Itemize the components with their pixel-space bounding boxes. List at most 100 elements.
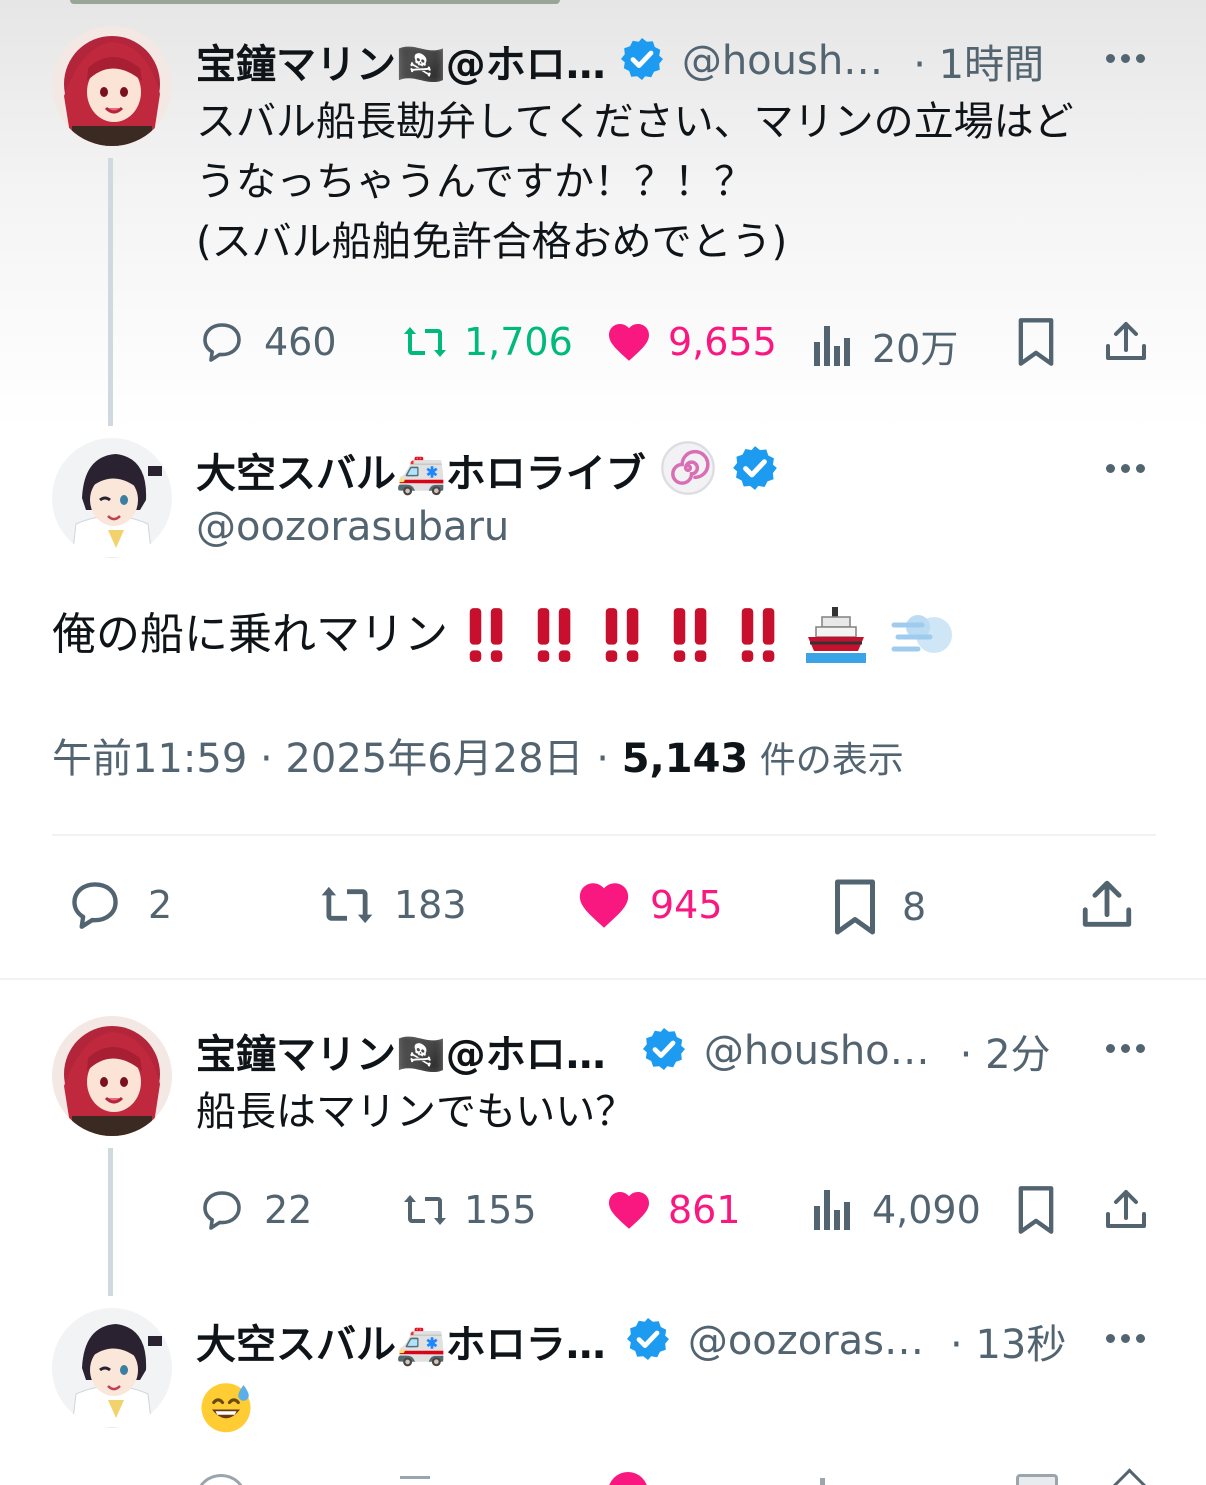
reply-icon xyxy=(72,882,118,929)
bookmark-button[interactable] xyxy=(1014,1184,1058,1240)
tweet-text: スバル船長勘弁してください、マリンの立場はど うなっちゃうんですか！？！？ (ス… xyxy=(196,99,1074,265)
thread-connector xyxy=(108,158,113,426)
more-options-icon[interactable] xyxy=(1106,54,1145,63)
avatar-oozora-subaru[interactable] xyxy=(52,438,172,558)
views-label: 件の表示 xyxy=(748,740,904,781)
verified-badge-icon xyxy=(640,1025,688,1077)
double-exclamation-icon xyxy=(537,608,571,662)
timestamp[interactable]: · 2分 xyxy=(960,1022,1051,1080)
verified-badge-icon xyxy=(730,443,780,497)
main-tweet-actions: 2 183 945 8 xyxy=(52,870,1156,950)
reply-button[interactable]: 460 xyxy=(196,318,337,366)
views-button[interactable]: 4,090 xyxy=(812,1186,981,1234)
display-name[interactable]: 宝鐘マリン🏴‍☠️@ホロ… xyxy=(196,32,606,90)
views-count[interactable]: 5,143 xyxy=(622,736,749,782)
handle[interactable]: @oozoras… xyxy=(688,1318,924,1364)
tweet-header: 宝鐘マリン🏴‍☠️@ホロ… @housh… · 1時間 xyxy=(196,32,1044,90)
tweet-text: 船長はマリンでもいい？ xyxy=(196,1089,636,1135)
reply-count: 460 xyxy=(264,320,337,364)
bookmark-icon[interactable] xyxy=(1016,1474,1058,1485)
tweet-timestamp-row: 午前11:59 · 2025年6月28日 · 5,143 件の表示 xyxy=(52,726,904,784)
divider xyxy=(52,834,1156,836)
ship-icon xyxy=(806,607,866,663)
heart-filled-icon xyxy=(609,1192,649,1229)
double-exclamation-icon xyxy=(469,608,503,662)
avatar-houshou-marine[interactable] xyxy=(52,26,172,146)
avatar-oozora-subaru[interactable] xyxy=(52,1308,172,1428)
sweat-smile-emoji-icon xyxy=(198,1378,254,1438)
views-button[interactable]: 20万 xyxy=(812,318,958,373)
bookmark-icon xyxy=(1018,318,1054,366)
thread-connector xyxy=(108,1148,113,1296)
tweet-header: 大空スバル🚑ホロラ… @oozoras… · 13秒 xyxy=(196,1312,1066,1370)
verified-badge-icon xyxy=(624,1315,672,1367)
tweet-actions: 460 1,706 9,655 20万 xyxy=(196,312,1156,372)
share-icon[interactable] xyxy=(1110,1468,1149,1485)
author-header: 大空スバル🚑ホロライブ xyxy=(196,440,780,500)
share-icon xyxy=(1082,880,1132,927)
share-button[interactable] xyxy=(1078,874,1136,940)
retweet-button[interactable]: 155 xyxy=(398,1186,537,1234)
bookmark-button[interactable]: 8 xyxy=(830,876,926,938)
display-name[interactable]: 宝鐘マリン🏴‍☠️@ホロ… xyxy=(196,1022,606,1080)
timestamp[interactable]: · 1時間 xyxy=(913,32,1044,90)
avatar-houshou-marine[interactable] xyxy=(52,1016,172,1136)
analytics-icon xyxy=(814,1190,850,1230)
analytics-icon[interactable] xyxy=(820,1478,825,1485)
bookmark-icon xyxy=(1018,1186,1054,1234)
handle[interactable]: @housh… xyxy=(682,38,883,84)
display-name[interactable]: 大空スバル🚑ホロラ… xyxy=(196,1312,606,1370)
exclamation-emojis xyxy=(464,603,954,667)
main-tweet-text: 俺の船に乗れマリン xyxy=(52,600,954,670)
like-button[interactable]: 945 xyxy=(574,876,723,934)
retweet-icon xyxy=(404,327,446,357)
retweet-button[interactable]: 183 xyxy=(314,876,467,934)
like-button[interactable]: 9,655 xyxy=(604,318,777,366)
like-count: 945 xyxy=(650,883,723,927)
dash-symbol-icon xyxy=(891,615,952,653)
tweet-header: 宝鐘マリン🏴‍☠️@ホロ… @housho… · 2分 xyxy=(196,1022,1051,1080)
display-name[interactable]: 大空スバル🚑ホロライブ xyxy=(196,441,646,499)
bookmark-button[interactable] xyxy=(1014,316,1058,372)
double-exclamation-icon xyxy=(673,608,707,662)
double-exclamation-icon xyxy=(605,608,639,662)
bookmark-icon xyxy=(835,879,875,935)
reply-icon[interactable] xyxy=(196,1474,246,1485)
reply-icon xyxy=(203,1191,241,1230)
like-button[interactable]: 861 xyxy=(604,1186,741,1234)
tweet-actions: 22 155 861 4,090 xyxy=(196,1180,1156,1240)
like-count: 861 xyxy=(668,1188,741,1232)
divider xyxy=(0,978,1206,980)
reply-icon xyxy=(203,323,241,362)
timestamp[interactable]: 午前11:59 · 2025年6月28日 · xyxy=(52,736,622,782)
reply-count: 2 xyxy=(148,883,173,927)
handle[interactable]: @oozorasubaru xyxy=(196,504,509,550)
more-options-icon[interactable] xyxy=(1106,1044,1145,1053)
reply-button[interactable]: 22 xyxy=(196,1186,312,1234)
more-options-icon[interactable] xyxy=(1106,464,1145,473)
analytics-icon xyxy=(814,325,850,366)
retweet-icon xyxy=(321,886,373,924)
timestamp[interactable]: · 13秒 xyxy=(950,1312,1066,1370)
more-options-icon[interactable] xyxy=(1106,1334,1145,1343)
reply-count: 22 xyxy=(264,1188,313,1232)
retweet-icon xyxy=(404,1195,446,1225)
reply-button[interactable]: 2 xyxy=(64,876,172,934)
share-button[interactable] xyxy=(1102,1184,1150,1240)
share-icon xyxy=(1106,322,1146,360)
heart-filled-icon xyxy=(609,324,649,361)
retweet-count: 183 xyxy=(394,883,467,927)
affiliation-badge-icon[interactable] xyxy=(660,440,716,500)
retweet-count: 1,706 xyxy=(464,320,573,364)
like-count: 9,655 xyxy=(668,320,777,364)
view-count: 20万 xyxy=(872,327,959,371)
previous-media-edge xyxy=(70,0,560,4)
heart-filled-icon[interactable] xyxy=(608,1472,648,1485)
bookmark-count: 8 xyxy=(902,885,927,929)
retweet-button[interactable]: 1,706 xyxy=(398,318,573,366)
handle[interactable]: @housho… xyxy=(704,1028,930,1074)
share-button[interactable] xyxy=(1102,316,1150,372)
retweet-icon[interactable] xyxy=(400,1476,430,1485)
next-actions-partial xyxy=(196,1468,1156,1485)
verified-badge-icon xyxy=(618,35,666,87)
